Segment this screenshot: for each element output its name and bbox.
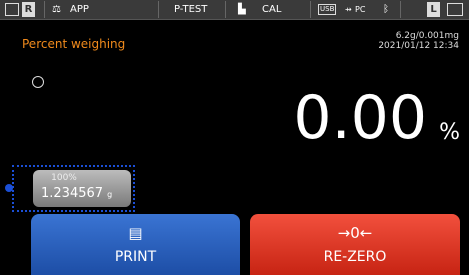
datetime-readout: 2021/01/12 12:34 bbox=[378, 41, 459, 51]
usb-icon: USB bbox=[318, 4, 337, 15]
reference-unit: g bbox=[107, 190, 113, 199]
r-badge: R bbox=[22, 2, 35, 17]
screen-icon bbox=[5, 3, 19, 16]
reference-weight-button[interactable]: 100% 1.234567 g bbox=[33, 170, 131, 207]
app-icon: ⚖ bbox=[52, 4, 61, 15]
cal-label[interactable]: CAL bbox=[262, 2, 281, 17]
rezero-button[interactable]: →0← RE-ZERO bbox=[250, 214, 460, 275]
reference-percent: 100% bbox=[51, 173, 77, 183]
status-bar: R ⚖ APP P-TEST ▙ CAL USB ⇸ PC ᛒ L bbox=[0, 0, 469, 20]
bluetooth-icon: ᛒ bbox=[383, 4, 389, 15]
stability-indicator-icon bbox=[32, 76, 44, 88]
separator bbox=[400, 1, 401, 18]
capacity-readout: 6.2g/0.001mg bbox=[395, 31, 459, 41]
separator bbox=[44, 1, 45, 18]
print-icon: ▤ bbox=[128, 224, 143, 242]
pc-label: PC bbox=[355, 5, 366, 14]
ptest-label[interactable]: P-TEST bbox=[174, 2, 207, 17]
separator bbox=[225, 1, 226, 18]
reference-value-line: 1.234567 g bbox=[41, 186, 112, 201]
app-label[interactable]: APP bbox=[70, 2, 89, 17]
rezero-icon: →0← bbox=[337, 224, 373, 242]
print-label: PRINT bbox=[114, 249, 157, 265]
pc-icon: ⇸ bbox=[345, 5, 352, 14]
rezero-label: RE-ZERO bbox=[323, 249, 387, 265]
l-badge: L bbox=[427, 2, 440, 17]
unit-label: % bbox=[439, 120, 460, 145]
weight-icon: ▙ bbox=[238, 4, 246, 15]
battery-icon bbox=[447, 3, 463, 16]
capacity-info: 6.2g/0.001mg 2021/01/12 12:34 bbox=[378, 31, 459, 51]
page-title: Percent weighing bbox=[22, 37, 126, 51]
highlight-marker-dot bbox=[5, 184, 13, 192]
reference-value: 1.234567 bbox=[41, 186, 104, 201]
separator bbox=[158, 1, 159, 18]
separator bbox=[310, 1, 311, 18]
print-button[interactable]: ▤ PRINT bbox=[31, 214, 240, 275]
weight-reading: 0.00 bbox=[293, 83, 427, 153]
